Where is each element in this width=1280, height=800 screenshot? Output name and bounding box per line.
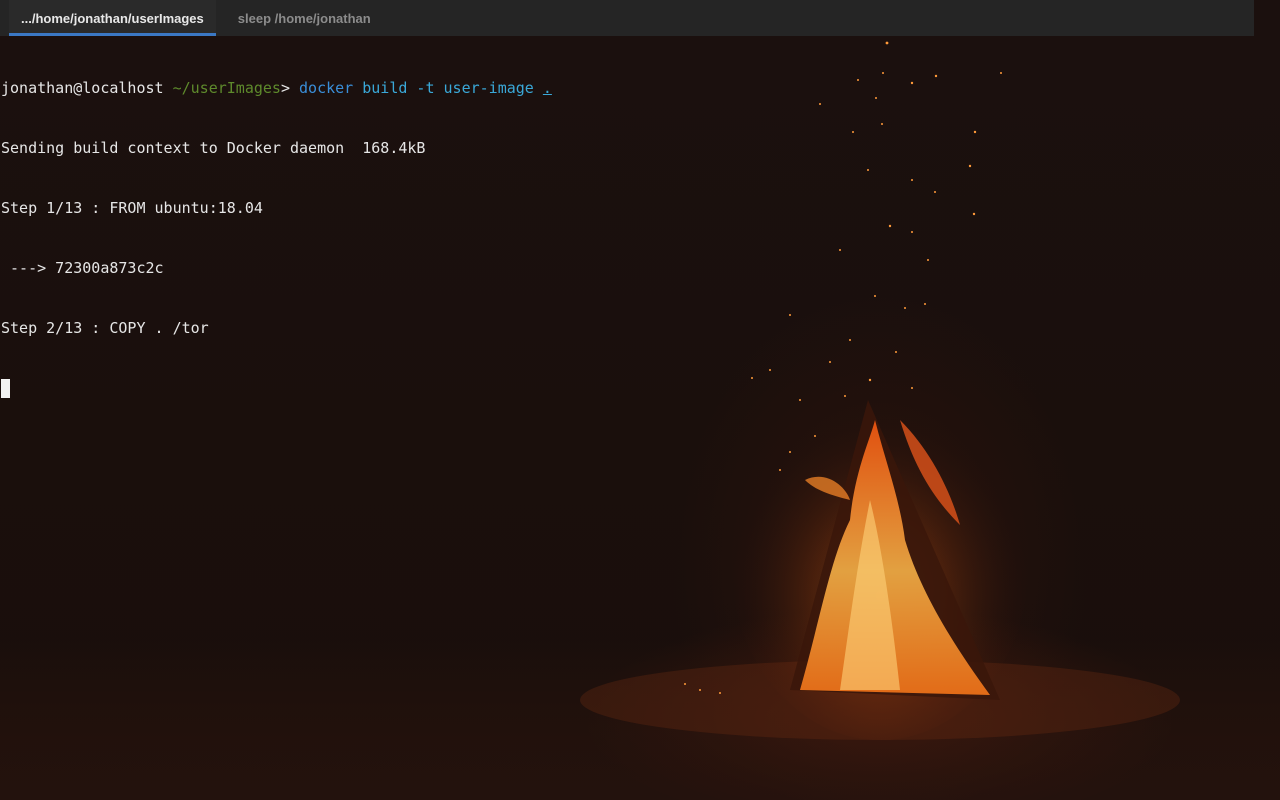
prompt-user-host: jonathan@localhost <box>1 79 164 97</box>
output-line: Step 1/13 : FROM ubuntu:18.04 <box>1 199 263 217</box>
prompt-path: ~/userImages <box>172 79 281 97</box>
cursor-line <box>1 378 1271 398</box>
command-name: docker <box>299 79 354 97</box>
text-cursor <box>1 379 10 398</box>
terminal-output[interactable]: jonathan@localhost ~/userImages> docker … <box>1 38 1271 438</box>
prompt-line: jonathan@localhost ~/userImages> docker … <box>1 78 1271 98</box>
tab-sleep-jonathan[interactable]: sleep /home/jonathan <box>226 0 383 36</box>
tab-bar: .../home/jonathan/userImages sleep /home… <box>0 0 1254 36</box>
terminal-window: .../home/jonathan/userImages sleep /home… <box>0 0 1280 800</box>
output-line: Sending build context to Docker daemon 1… <box>1 139 426 157</box>
command-args: build -t user-image <box>362 79 534 97</box>
prompt-symbol: > <box>280 79 290 97</box>
output-line: ---> 72300a873c2c <box>1 259 164 277</box>
output-line: Step 2/13 : COPY . /tor <box>1 319 209 337</box>
tab-user-images[interactable]: .../home/jonathan/userImages <box>9 0 216 36</box>
build-context-path[interactable]: . <box>543 79 552 97</box>
